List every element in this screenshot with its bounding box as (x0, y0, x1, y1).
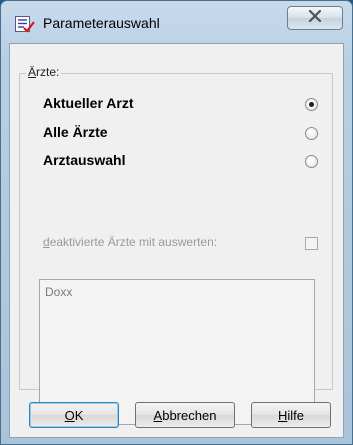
window-title: Parameterauswahl (43, 15, 160, 31)
radio-label-current-doctor[interactable]: Aktueller Arzt (43, 95, 134, 111)
doctors-group-label: Ärzte: (26, 65, 62, 79)
cancel-mnemonic: A (153, 407, 163, 423)
deactivated-label-text: eaktivierte Ärzte mit auswerten: (49, 235, 218, 249)
dialog-window: Parameterauswahl Ärzte: Aktueller Arzt A… (0, 0, 353, 445)
help-mnemonic: H (277, 407, 288, 423)
help-label: ilfe (287, 407, 304, 423)
close-button[interactable] (287, 6, 343, 30)
ok-mnemonic: O (64, 407, 75, 423)
deactivated-label-mnemonic: d (43, 235, 50, 249)
deactivated-doctors-label: deaktivierte Ärzte mit auswerten: (43, 235, 217, 249)
cancel-button[interactable]: Abbrechen (135, 402, 235, 428)
group-label-mnemonic: Ä (28, 65, 37, 79)
radio-label-all-doctors[interactable]: Alle Ärzte (43, 124, 108, 140)
ok-label: K (74, 407, 84, 423)
radio-all-doctors[interactable] (305, 127, 318, 140)
dialog-client-area: Ärzte: Aktueller Arzt Alle Ärzte Arztaus… (9, 43, 344, 438)
radio-doctor-selection[interactable] (305, 155, 318, 168)
radio-label-doctor-selection[interactable]: Arztauswahl (43, 152, 125, 168)
parameter-list-icon (15, 16, 35, 33)
title-bar[interactable]: Parameterauswahl (1, 1, 352, 43)
ok-button[interactable]: OK (29, 402, 119, 428)
radio-current-doctor[interactable] (305, 98, 318, 111)
group-label-text: rzte: (36, 65, 60, 79)
close-icon (308, 9, 322, 27)
deactivated-doctors-checkbox[interactable] (305, 237, 318, 250)
cancel-label: bbrechen (162, 407, 217, 423)
help-button[interactable]: Hilfe (251, 402, 331, 428)
list-item[interactable]: Doxx (45, 285, 72, 299)
